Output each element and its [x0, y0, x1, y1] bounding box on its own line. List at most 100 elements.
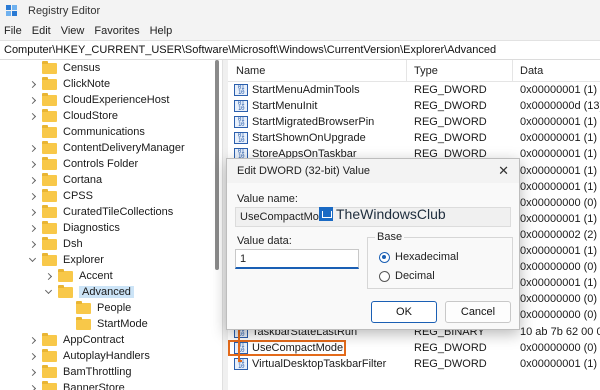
tree-item-label[interactable]: ClickNote [63, 78, 110, 90]
tree-item-label[interactable]: BannerStore [63, 382, 125, 390]
tree-item[interactable]: Explorer [28, 252, 104, 268]
tree-item-label[interactable]: StartMode [97, 318, 148, 330]
tree-scrollbar[interactable] [215, 60, 219, 270]
tree-item[interactable]: BannerStore [28, 380, 125, 390]
tree-item-label[interactable]: Communications [63, 126, 145, 138]
close-icon[interactable]: ✕ [498, 163, 509, 179]
tree-item-label[interactable]: Census [63, 62, 100, 74]
tree-item-label[interactable]: BamThrottling [63, 366, 131, 378]
tree-item[interactable]: AutoplayHandlers [28, 348, 150, 364]
tree-item[interactable]: Advanced [44, 284, 134, 300]
column-type[interactable]: Type [414, 65, 438, 77]
list-row[interactable]: 01 10 UseCompactMode REG_DWORD 0x00000000 (… [228, 339, 600, 356]
cell-data: 0x00000001 (1) [520, 116, 598, 129]
value-data-input[interactable]: 1 [235, 249, 359, 269]
chevron-right-icon[interactable] [28, 348, 36, 364]
cancel-button[interactable]: Cancel [445, 301, 511, 323]
menu-edit[interactable]: Edit [32, 25, 51, 37]
radio-unchecked-icon[interactable] [379, 270, 390, 282]
chevron-down-icon[interactable] [44, 284, 52, 300]
tree-item[interactable]: Accent [44, 268, 113, 284]
tree-item[interactable]: Census [28, 60, 100, 76]
dword-value-icon: 01 10 [234, 116, 248, 129]
chevron-right-icon[interactable] [28, 92, 36, 108]
base-label: Base [375, 231, 405, 243]
list-row[interactable]: 01 10 StartMigratedBrowserPin REG_DWORD 0x0… [228, 114, 600, 130]
tree-item-label[interactable]: CloudStore [63, 110, 118, 122]
tree-item[interactable]: Dsh [28, 236, 83, 252]
tree-item-label[interactable]: Cortana [63, 174, 102, 186]
cell-name: StartMenuInit [252, 100, 318, 113]
list-row[interactable]: 01 10VirtualDesktopTaskbarFilterREG_DWOR… [228, 356, 600, 372]
menu-favorites[interactable]: Favorites [94, 25, 139, 37]
tree-item-label[interactable]: People [97, 302, 131, 314]
chevron-right-icon[interactable] [28, 332, 36, 348]
tree-item[interactable]: CuratedTileCollections [28, 204, 173, 220]
cell-data: 0x00000001 (1) [520, 277, 598, 290]
tree-item[interactable]: Communications [28, 124, 145, 140]
tree-item-label[interactable]: Dsh [63, 238, 83, 250]
column-name[interactable]: Name [236, 65, 265, 77]
chevron-right-icon[interactable] [28, 76, 36, 92]
tree-item[interactable]: ContentDeliveryManager [28, 140, 185, 156]
chevron-right-icon[interactable] [28, 220, 36, 236]
chevron-right-icon[interactable] [28, 140, 36, 156]
column-separator[interactable] [406, 60, 407, 82]
tree-item-label[interactable]: Controls Folder [63, 158, 138, 170]
cell-name: StartMigratedBrowserPin [252, 116, 375, 129]
tree-item[interactable]: AppContract [28, 332, 124, 348]
column-separator[interactable] [512, 60, 513, 82]
tree-item-label[interactable]: Accent [79, 270, 113, 282]
radio-checked-icon[interactable] [379, 251, 390, 263]
tree-item-label[interactable]: AppContract [63, 334, 124, 346]
chevron-right-icon[interactable] [28, 108, 36, 124]
cell-type: REG_DWORD [414, 132, 487, 145]
radio-decimal-label[interactable]: Decimal [395, 270, 435, 282]
edit-dword-dialog: Edit DWORD (32-bit) Value ✕ Value name: … [226, 158, 520, 330]
list-row[interactable]: 01 10 StartShownOnUpgrade REG_DWORD 0x00000… [228, 130, 600, 146]
chevron-right-icon[interactable] [28, 172, 36, 188]
tree-item-label[interactable]: CuratedTileCollections [63, 206, 173, 218]
tree-item[interactable]: CloudExperienceHost [28, 92, 169, 108]
chevron-right-icon[interactable] [28, 236, 36, 252]
tree-item[interactable]: ClickNote [28, 76, 110, 92]
dialog-title: Edit DWORD (32-bit) Value [237, 165, 371, 177]
radio-hexadecimal-label[interactable]: Hexadecimal [395, 251, 459, 263]
cell-data: 0x00000001 (1) [520, 132, 598, 145]
radio-hexadecimal[interactable]: Hexadecimal [379, 251, 459, 263]
tree-item-label[interactable]: Explorer [63, 254, 104, 266]
tree-item[interactable]: CPSS [28, 188, 93, 204]
radio-decimal[interactable]: Decimal [379, 270, 435, 282]
ok-button[interactable]: OK [371, 301, 437, 323]
tree-item-label[interactable]: CPSS [63, 190, 93, 202]
chevron-right-icon[interactable] [28, 156, 36, 172]
tree-item[interactable]: BamThrottling [28, 364, 131, 380]
column-data[interactable]: Data [520, 65, 543, 77]
tree-item-label[interactable]: ContentDeliveryManager [63, 142, 185, 154]
tree-item[interactable]: CloudStore [28, 108, 118, 124]
chevron-right-icon[interactable] [28, 380, 36, 390]
tree-item[interactable]: Cortana [28, 172, 102, 188]
tree-item-label[interactable]: AutoplayHandlers [63, 350, 150, 362]
tree-item[interactable]: Diagnostics [28, 220, 120, 236]
address-bar[interactable]: Computer\HKEY_CURRENT_USER\Software\Micr… [0, 40, 600, 60]
chevron-right-icon[interactable] [28, 188, 36, 204]
menu-help[interactable]: Help [150, 25, 173, 37]
menu-view[interactable]: View [61, 25, 85, 37]
list-row[interactable]: 01 10 StartMenuAdminTools REG_DWORD 0x00000… [228, 82, 600, 98]
tree-item[interactable]: People [62, 300, 131, 316]
chevron-right-icon[interactable] [44, 268, 52, 284]
menu-bar: File Edit View Favorites Help [0, 22, 600, 40]
list-row[interactable]: 01 10 StartMenuInit REG_DWORD 0x0000000d (1… [228, 98, 600, 114]
chevron-right-icon[interactable] [28, 204, 36, 220]
tree-item-label[interactable]: Diagnostics [63, 222, 120, 234]
menu-file[interactable]: File [4, 25, 22, 37]
tree-item-label[interactable]: Advanced [79, 286, 134, 298]
tree-item[interactable]: Controls Folder [28, 156, 138, 172]
tree-item[interactable]: StartMode [62, 316, 148, 332]
tree-item-label[interactable]: CloudExperienceHost [63, 94, 169, 106]
folder-icon [42, 60, 57, 74]
chevron-right-icon[interactable] [28, 364, 36, 380]
chevron-down-icon[interactable] [28, 252, 36, 268]
